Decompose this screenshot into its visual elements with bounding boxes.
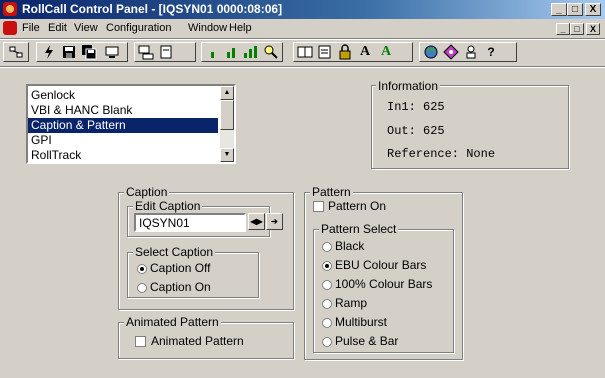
close-button[interactable]: X [585, 3, 601, 16]
network-icon[interactable] [8, 44, 24, 60]
rollcall-app-icon[interactable] [3, 2, 17, 16]
menu-configuration[interactable]: Configuration [106, 22, 171, 34]
pattern-multiburst-label[interactable]: Multiburst [335, 315, 387, 329]
maximize-button[interactable]: □ [567, 3, 583, 16]
save-disk-icon[interactable] [61, 44, 77, 60]
caption-on-radio[interactable] [137, 283, 147, 293]
scroll-thumb[interactable] [220, 100, 234, 130]
font-a-button[interactable]: A [357, 44, 373, 60]
caption-title: Caption [124, 185, 170, 199]
toolbar-separator [0, 38, 605, 40]
pattern-black-label[interactable]: Black [335, 239, 364, 253]
caption-apply-button[interactable]: ➔ [266, 213, 283, 230]
caption-off-radio[interactable] [137, 264, 147, 274]
pattern-pulse-bar-label[interactable]: Pulse & Bar [335, 334, 398, 348]
lightning-icon[interactable] [41, 44, 57, 60]
pattern-black-radio[interactable] [322, 242, 332, 252]
caption-text-input[interactable] [134, 213, 246, 232]
edit-caption-title: Edit Caption [133, 199, 203, 213]
in1-value: In1: 625 [387, 100, 445, 114]
pattern-on-checkbox[interactable] [313, 201, 324, 212]
pattern-ebu-radio[interactable] [322, 261, 332, 271]
users-icon[interactable] [463, 44, 479, 60]
mdi-restore-button[interactable]: □ [570, 23, 584, 35]
pattern-ramp-radio[interactable] [322, 299, 332, 309]
save-all-icon[interactable] [81, 44, 97, 60]
menu-help[interactable]: Help [229, 22, 252, 34]
caption-prev-button[interactable]: ◀▶ [248, 213, 265, 230]
help-button[interactable]: ? [483, 44, 499, 60]
lock-icon[interactable] [337, 44, 353, 60]
device-icon[interactable] [158, 44, 174, 60]
pattern-ramp-label[interactable]: Ramp [335, 296, 367, 310]
menu-edit[interactable]: Edit [48, 22, 67, 34]
list-item-caption-pattern[interactable]: Caption & Pattern [28, 118, 218, 133]
list-item-rolltrack[interactable]: RollTrack [28, 148, 218, 163]
information-title: Information [376, 79, 441, 93]
list-item-vbi-hanc[interactable]: VBI & HANC Blank [28, 103, 218, 118]
caption-on-label[interactable]: Caption On [150, 280, 211, 294]
pattern-title: Pattern [310, 185, 353, 199]
out-value: Out: 625 [387, 124, 445, 138]
network-monitor-icon[interactable] [138, 44, 154, 60]
bar-level-mid-icon[interactable] [224, 44, 240, 60]
globe-icon[interactable] [423, 44, 439, 60]
animated-pattern-title: Animated Pattern [124, 315, 221, 329]
list-item-gpi[interactable]: GPI [28, 133, 218, 148]
pattern-multiburst-radio[interactable] [322, 318, 332, 328]
monitor-icon[interactable] [104, 44, 120, 60]
scroll-up-button[interactable]: ▲ [220, 86, 234, 100]
animated-pattern-label[interactable]: Animated Pattern [151, 334, 244, 348]
menu-window[interactable]: Window [188, 22, 227, 34]
badge-icon[interactable] [443, 44, 459, 60]
pattern-select-title: Pattern Select [319, 222, 399, 236]
caption-off-label[interactable]: Caption Off [150, 261, 210, 275]
reference-value: Reference: None [387, 147, 496, 161]
select-caption-title: Select Caption [133, 245, 216, 259]
mdi-minimize-button[interactable]: _ [556, 23, 570, 35]
menu-view[interactable]: View [74, 22, 98, 34]
pattern-100-radio[interactable] [322, 280, 332, 290]
search-icon[interactable] [263, 44, 279, 60]
list-item-genlock[interactable]: Genlock [28, 88, 218, 103]
notepad-icon[interactable] [317, 44, 333, 60]
font-a-green-button[interactable]: A [378, 44, 394, 60]
menu-file[interactable]: File [22, 22, 40, 34]
pattern-on-label[interactable]: Pattern On [328, 199, 386, 213]
mdi-close-button[interactable]: X [586, 23, 600, 35]
document-icon[interactable] [3, 21, 17, 35]
scroll-down-button[interactable]: ▼ [220, 148, 234, 162]
bar-level-high-icon[interactable] [243, 44, 259, 60]
window-title: RollCall Control Panel - [IQSYN01 0000:0… [22, 2, 283, 16]
pattern-100-label[interactable]: 100% Colour Bars [335, 277, 432, 291]
pattern-pulse-bar-radio[interactable] [322, 337, 332, 347]
animated-pattern-checkbox[interactable] [135, 336, 146, 347]
book-icon[interactable] [297, 44, 313, 60]
bar-level-low-icon[interactable] [205, 44, 221, 60]
pattern-ebu-label[interactable]: EBU Colour Bars [335, 258, 426, 272]
minimize-button[interactable]: _ [551, 3, 567, 16]
